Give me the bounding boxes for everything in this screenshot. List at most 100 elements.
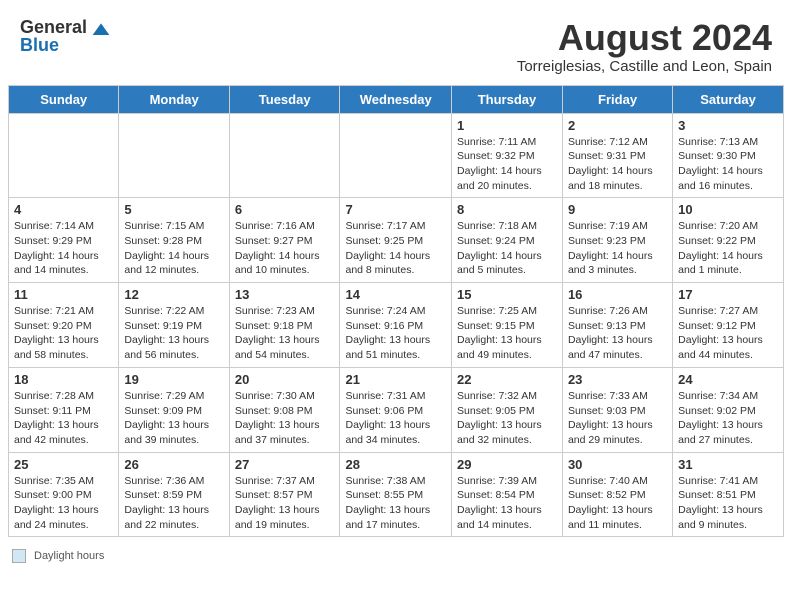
day-info: Sunrise: 7:38 AM Sunset: 8:55 PM Dayligh…	[345, 474, 446, 533]
day-info: Sunrise: 7:36 AM Sunset: 8:59 PM Dayligh…	[124, 474, 223, 533]
day-info: Sunrise: 7:14 AM Sunset: 9:29 PM Dayligh…	[14, 219, 113, 278]
calendar-day-cell: 18 Sunrise: 7:28 AM Sunset: 9:11 PM Dayli…	[9, 367, 119, 452]
day-number: 8	[457, 202, 557, 217]
day-number: 16	[568, 287, 667, 302]
day-info: Sunrise: 7:40 AM Sunset: 8:52 PM Dayligh…	[568, 474, 667, 533]
day-info: Sunrise: 7:30 AM Sunset: 9:08 PM Dayligh…	[235, 389, 335, 448]
page-header: General Blue August 2024 Torreiglesias, …	[0, 0, 792, 85]
calendar-day-cell: 8 Sunrise: 7:18 AM Sunset: 9:24 PM Daylig…	[452, 198, 563, 283]
calendar-day-cell: 28 Sunrise: 7:38 AM Sunset: 8:55 PM Dayli…	[340, 452, 452, 537]
calendar-day-cell: 15 Sunrise: 7:25 AM Sunset: 9:15 PM Dayli…	[452, 283, 563, 368]
day-info: Sunrise: 7:11 AM Sunset: 9:32 PM Dayligh…	[457, 135, 557, 194]
day-number: 20	[235, 372, 335, 387]
day-info: Sunrise: 7:26 AM Sunset: 9:13 PM Dayligh…	[568, 304, 667, 363]
calendar-day-cell: 27 Sunrise: 7:37 AM Sunset: 8:57 PM Dayli…	[229, 452, 340, 537]
calendar-body: 1 Sunrise: 7:11 AM Sunset: 9:32 PM Daylig…	[9, 113, 784, 537]
day-info: Sunrise: 7:19 AM Sunset: 9:23 PM Dayligh…	[568, 219, 667, 278]
calendar-week-1: 1 Sunrise: 7:11 AM Sunset: 9:32 PM Daylig…	[9, 113, 784, 198]
weekday-header-row: SundayMondayTuesdayWednesdayThursdayFrid…	[9, 85, 784, 113]
calendar-day-cell: 21Sunrise: 7:31 AM Sunset: 9:06 PM Dayli…	[340, 367, 452, 452]
calendar-day-cell: 30Sunrise: 7:40 AM Sunset: 8:52 PM Dayli…	[562, 452, 672, 537]
calendar-day-cell: 25 Sunrise: 7:35 AM Sunset: 9:00 PM Dayli…	[9, 452, 119, 537]
calendar-day-cell: 1 Sunrise: 7:11 AM Sunset: 9:32 PM Daylig…	[452, 113, 563, 198]
day-number: 24	[678, 372, 778, 387]
calendar-day-cell: 22 Sunrise: 7:32 AM Sunset: 9:05 PM Dayli…	[452, 367, 563, 452]
day-info: Sunrise: 7:13 AM Sunset: 9:30 PM Dayligh…	[678, 135, 778, 194]
day-info: Sunrise: 7:18 AM Sunset: 9:24 PM Dayligh…	[457, 219, 557, 278]
calendar-header: SundayMondayTuesdayWednesdayThursdayFrid…	[9, 85, 784, 113]
calendar-day-cell: 6Sunrise: 7:16 AM Sunset: 9:27 PM Daylig…	[229, 198, 340, 283]
weekday-header-monday: Monday	[119, 85, 229, 113]
day-info: Sunrise: 7:23 AM Sunset: 9:18 PM Dayligh…	[235, 304, 335, 363]
calendar-week-3: 11Sunrise: 7:21 AM Sunset: 9:20 PM Dayli…	[9, 283, 784, 368]
day-number: 21	[345, 372, 446, 387]
day-info: Sunrise: 7:41 AM Sunset: 8:51 PM Dayligh…	[678, 474, 778, 533]
logo-icon	[91, 20, 111, 40]
day-info: Sunrise: 7:32 AM Sunset: 9:05 PM Dayligh…	[457, 389, 557, 448]
day-number: 14	[345, 287, 446, 302]
day-info: Sunrise: 7:25 AM Sunset: 9:15 PM Dayligh…	[457, 304, 557, 363]
day-info: Sunrise: 7:22 AM Sunset: 9:19 PM Dayligh…	[124, 304, 223, 363]
day-number: 4	[14, 202, 113, 217]
day-number: 22	[457, 372, 557, 387]
weekday-header-tuesday: Tuesday	[229, 85, 340, 113]
day-info: Sunrise: 7:16 AM Sunset: 9:27 PM Dayligh…	[235, 219, 335, 278]
day-number: 3	[678, 118, 778, 133]
day-info: Sunrise: 7:17 AM Sunset: 9:25 PM Dayligh…	[345, 219, 446, 278]
day-number: 23	[568, 372, 667, 387]
day-number: 25	[14, 457, 113, 472]
calendar-day-cell: 31Sunrise: 7:41 AM Sunset: 8:51 PM Dayli…	[673, 452, 784, 537]
calendar-day-cell: 13Sunrise: 7:23 AM Sunset: 9:18 PM Dayli…	[229, 283, 340, 368]
calendar-week-4: 18 Sunrise: 7:28 AM Sunset: 9:11 PM Dayli…	[9, 367, 784, 452]
weekday-header-sunday: Sunday	[9, 85, 119, 113]
calendar-day-cell: 11Sunrise: 7:21 AM Sunset: 9:20 PM Dayli…	[9, 283, 119, 368]
calendar-day-cell: 19 Sunrise: 7:29 AM Sunset: 9:09 PM Dayli…	[119, 367, 229, 452]
calendar-day-cell: 16 Sunrise: 7:26 AM Sunset: 9:13 PM Dayli…	[562, 283, 672, 368]
day-number: 15	[457, 287, 557, 302]
calendar-day-cell: 23 Sunrise: 7:33 AM Sunset: 9:03 PM Dayli…	[562, 367, 672, 452]
calendar-table: SundayMondayTuesdayWednesdayThursdayFrid…	[8, 85, 784, 538]
day-number: 28	[345, 457, 446, 472]
day-info: Sunrise: 7:34 AM Sunset: 9:02 PM Dayligh…	[678, 389, 778, 448]
calendar-week-5: 25 Sunrise: 7:35 AM Sunset: 9:00 PM Dayli…	[9, 452, 784, 537]
day-info: Sunrise: 7:15 AM Sunset: 9:28 PM Dayligh…	[124, 219, 223, 278]
day-number: 1	[457, 118, 557, 133]
day-info: Sunrise: 7:27 AM Sunset: 9:12 PM Dayligh…	[678, 304, 778, 363]
calendar-day-cell: 4 Sunrise: 7:14 AM Sunset: 9:29 PM Daylig…	[9, 198, 119, 283]
calendar-day-cell: 3 Sunrise: 7:13 AM Sunset: 9:30 PM Daylig…	[673, 113, 784, 198]
weekday-header-friday: Friday	[562, 85, 672, 113]
logo: General Blue	[20, 18, 111, 54]
footer-note: Daylight hours	[0, 545, 792, 569]
daylight-label: Daylight hours	[34, 550, 104, 562]
calendar-day-cell: 10Sunrise: 7:20 AM Sunset: 9:22 PM Dayli…	[673, 198, 784, 283]
day-number: 26	[124, 457, 223, 472]
calendar-wrapper: SundayMondayTuesdayWednesdayThursdayFrid…	[0, 85, 792, 546]
calendar-day-cell: 26 Sunrise: 7:36 AM Sunset: 8:59 PM Dayli…	[119, 452, 229, 537]
day-info: Sunrise: 7:12 AM Sunset: 9:31 PM Dayligh…	[568, 135, 667, 194]
calendar-day-cell	[229, 113, 340, 198]
day-number: 29	[457, 457, 557, 472]
title-area: August 2024 Torreiglesias, Castille and …	[517, 18, 772, 75]
day-number: 19	[124, 372, 223, 387]
month-year-title: August 2024	[517, 18, 772, 58]
calendar-day-cell: 2 Sunrise: 7:12 AM Sunset: 9:31 PM Daylig…	[562, 113, 672, 198]
logo-general-text: General	[20, 18, 87, 36]
day-info: Sunrise: 7:33 AM Sunset: 9:03 PM Dayligh…	[568, 389, 667, 448]
day-number: 18	[14, 372, 113, 387]
weekday-header-saturday: Saturday	[673, 85, 784, 113]
location-subtitle: Torreiglesias, Castille and Leon, Spain	[517, 58, 772, 75]
day-number: 12	[124, 287, 223, 302]
calendar-day-cell	[119, 113, 229, 198]
day-info: Sunrise: 7:28 AM Sunset: 9:11 PM Dayligh…	[14, 389, 113, 448]
day-info: Sunrise: 7:29 AM Sunset: 9:09 PM Dayligh…	[124, 389, 223, 448]
calendar-day-cell: 7Sunrise: 7:17 AM Sunset: 9:25 PM Daylig…	[340, 198, 452, 283]
day-number: 9	[568, 202, 667, 217]
day-info: Sunrise: 7:35 AM Sunset: 9:00 PM Dayligh…	[14, 474, 113, 533]
day-number: 17	[678, 287, 778, 302]
day-number: 27	[235, 457, 335, 472]
day-info: Sunrise: 7:37 AM Sunset: 8:57 PM Dayligh…	[235, 474, 335, 533]
day-number: 2	[568, 118, 667, 133]
calendar-day-cell: 9 Sunrise: 7:19 AM Sunset: 9:23 PM Daylig…	[562, 198, 672, 283]
calendar-day-cell: 14 Sunrise: 7:24 AM Sunset: 9:16 PM Dayli…	[340, 283, 452, 368]
day-info: Sunrise: 7:24 AM Sunset: 9:16 PM Dayligh…	[345, 304, 446, 363]
